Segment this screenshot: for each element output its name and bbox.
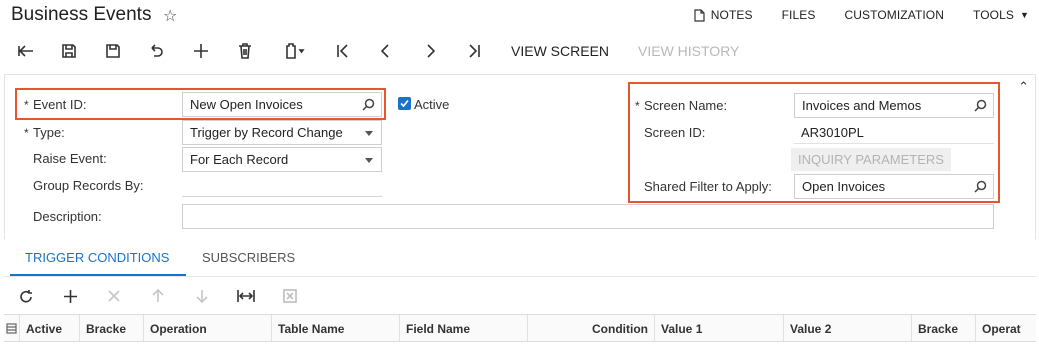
files-label: FILES bbox=[781, 8, 816, 22]
type-value: Trigger by Record Change bbox=[190, 125, 343, 140]
last-icon bbox=[469, 44, 480, 58]
move-down-button[interactable] bbox=[191, 286, 213, 306]
delete-button[interactable] bbox=[232, 40, 258, 62]
files-link[interactable]: FILES bbox=[782, 8, 816, 22]
save-close-icon bbox=[62, 44, 76, 58]
page-title: Business Events bbox=[11, 4, 152, 25]
chevron-left-icon bbox=[380, 44, 389, 58]
active-label: Active bbox=[414, 97, 450, 112]
next-record-button[interactable] bbox=[417, 40, 443, 62]
raise-event-label: Raise Event: bbox=[33, 151, 107, 166]
last-record-button[interactable] bbox=[461, 40, 487, 62]
plus-icon bbox=[194, 44, 208, 58]
trash-icon bbox=[239, 43, 251, 59]
chevron-down-icon: ▼ bbox=[1019, 10, 1029, 20]
raise-event-value: For Each Record bbox=[190, 152, 289, 167]
excel-icon bbox=[283, 289, 297, 303]
fit-columns-button[interactable] bbox=[235, 286, 257, 306]
tools-label: TOOLS bbox=[973, 8, 1014, 22]
arrow-up-icon bbox=[152, 289, 164, 302]
view-screen-button[interactable]: VIEW SCREEN bbox=[511, 43, 609, 59]
save-button[interactable] bbox=[100, 40, 126, 62]
tab-divider bbox=[4, 276, 1036, 277]
plus-icon bbox=[63, 289, 77, 303]
main-toolbar: VIEW SCREEN VIEW HISTORY bbox=[0, 36, 1039, 66]
screen-info-highlight bbox=[628, 82, 1000, 203]
back-button[interactable] bbox=[13, 40, 39, 62]
save-icon bbox=[106, 44, 120, 58]
column-header[interactable]: Field Name bbox=[400, 315, 528, 342]
close-icon bbox=[108, 290, 120, 302]
raise-event-select[interactable]: For Each Record bbox=[182, 147, 382, 172]
refresh-icon bbox=[19, 289, 32, 302]
note-icon bbox=[694, 8, 705, 22]
add-row-button[interactable] bbox=[59, 286, 81, 306]
clipboard-icon bbox=[286, 43, 305, 59]
save-close-button[interactable] bbox=[56, 40, 82, 62]
fit-width-icon bbox=[237, 290, 255, 302]
group-records-field[interactable] bbox=[182, 172, 382, 197]
chevron-up-icon[interactable]: ⌃ bbox=[1018, 79, 1029, 95]
first-icon bbox=[337, 44, 348, 58]
refresh-button[interactable] bbox=[15, 286, 37, 306]
group-records-label: Group Records By: bbox=[33, 178, 144, 193]
top-links: NOTES FILES CUSTOMIZATION TOOLS ▼ bbox=[665, 8, 1029, 22]
row-selector-icon[interactable] bbox=[4, 315, 20, 342]
active-checkbox[interactable] bbox=[398, 97, 411, 110]
column-header[interactable]: Operat bbox=[976, 315, 1036, 342]
undo-button[interactable] bbox=[143, 40, 169, 62]
first-record-button[interactable] bbox=[330, 40, 356, 62]
type-label: Type: bbox=[24, 125, 65, 140]
grid-header: Active Bracke Operation Table Name Field… bbox=[4, 314, 1036, 342]
star-icon[interactable]: ☆ bbox=[163, 6, 177, 26]
column-header[interactable]: Bracke bbox=[80, 315, 144, 342]
column-header[interactable]: Table Name bbox=[272, 315, 400, 342]
undo-icon bbox=[151, 44, 163, 57]
column-header[interactable]: Active bbox=[20, 315, 80, 342]
description-label: Description: bbox=[33, 209, 102, 224]
type-select[interactable]: Trigger by Record Change bbox=[182, 120, 382, 145]
copy-paste-menu[interactable] bbox=[278, 40, 312, 62]
previous-record-button[interactable] bbox=[373, 40, 399, 62]
column-header[interactable]: Value 2 bbox=[784, 315, 912, 342]
export-excel-button[interactable] bbox=[279, 286, 301, 306]
grid-toolbar bbox=[0, 283, 1039, 309]
arrow-down-icon bbox=[196, 290, 208, 303]
tab-trigger-conditions[interactable]: TRIGGER CONDITIONS bbox=[25, 250, 169, 265]
delete-row-button[interactable] bbox=[103, 286, 125, 306]
tools-menu[interactable]: TOOLS ▼ bbox=[973, 8, 1029, 22]
column-header[interactable]: Bracke bbox=[912, 315, 976, 342]
customization-link[interactable]: CUSTOMIZATION bbox=[844, 8, 944, 22]
check-icon bbox=[400, 99, 409, 108]
title-bar: Business Events ☆ NOTES FILES CUSTOMIZAT… bbox=[0, 0, 1039, 32]
column-header[interactable]: Value 1 bbox=[655, 315, 784, 342]
tab-subscribers[interactable]: SUBSCRIBERS bbox=[202, 250, 295, 265]
notes-label: NOTES bbox=[710, 8, 753, 22]
customization-label: CUSTOMIZATION bbox=[844, 8, 945, 22]
chevron-right-icon bbox=[427, 44, 436, 58]
notes-link[interactable]: NOTES bbox=[694, 8, 753, 22]
back-arrow-icon bbox=[18, 45, 33, 57]
description-field[interactable] bbox=[182, 204, 994, 229]
add-button[interactable] bbox=[188, 40, 214, 62]
view-history-button[interactable]: VIEW HISTORY bbox=[638, 43, 739, 59]
column-header[interactable]: Condition bbox=[528, 315, 655, 342]
column-header[interactable]: Operation bbox=[144, 315, 272, 342]
event-id-highlight bbox=[15, 88, 386, 120]
active-tab-indicator bbox=[10, 274, 186, 276]
move-up-button[interactable] bbox=[147, 286, 169, 306]
